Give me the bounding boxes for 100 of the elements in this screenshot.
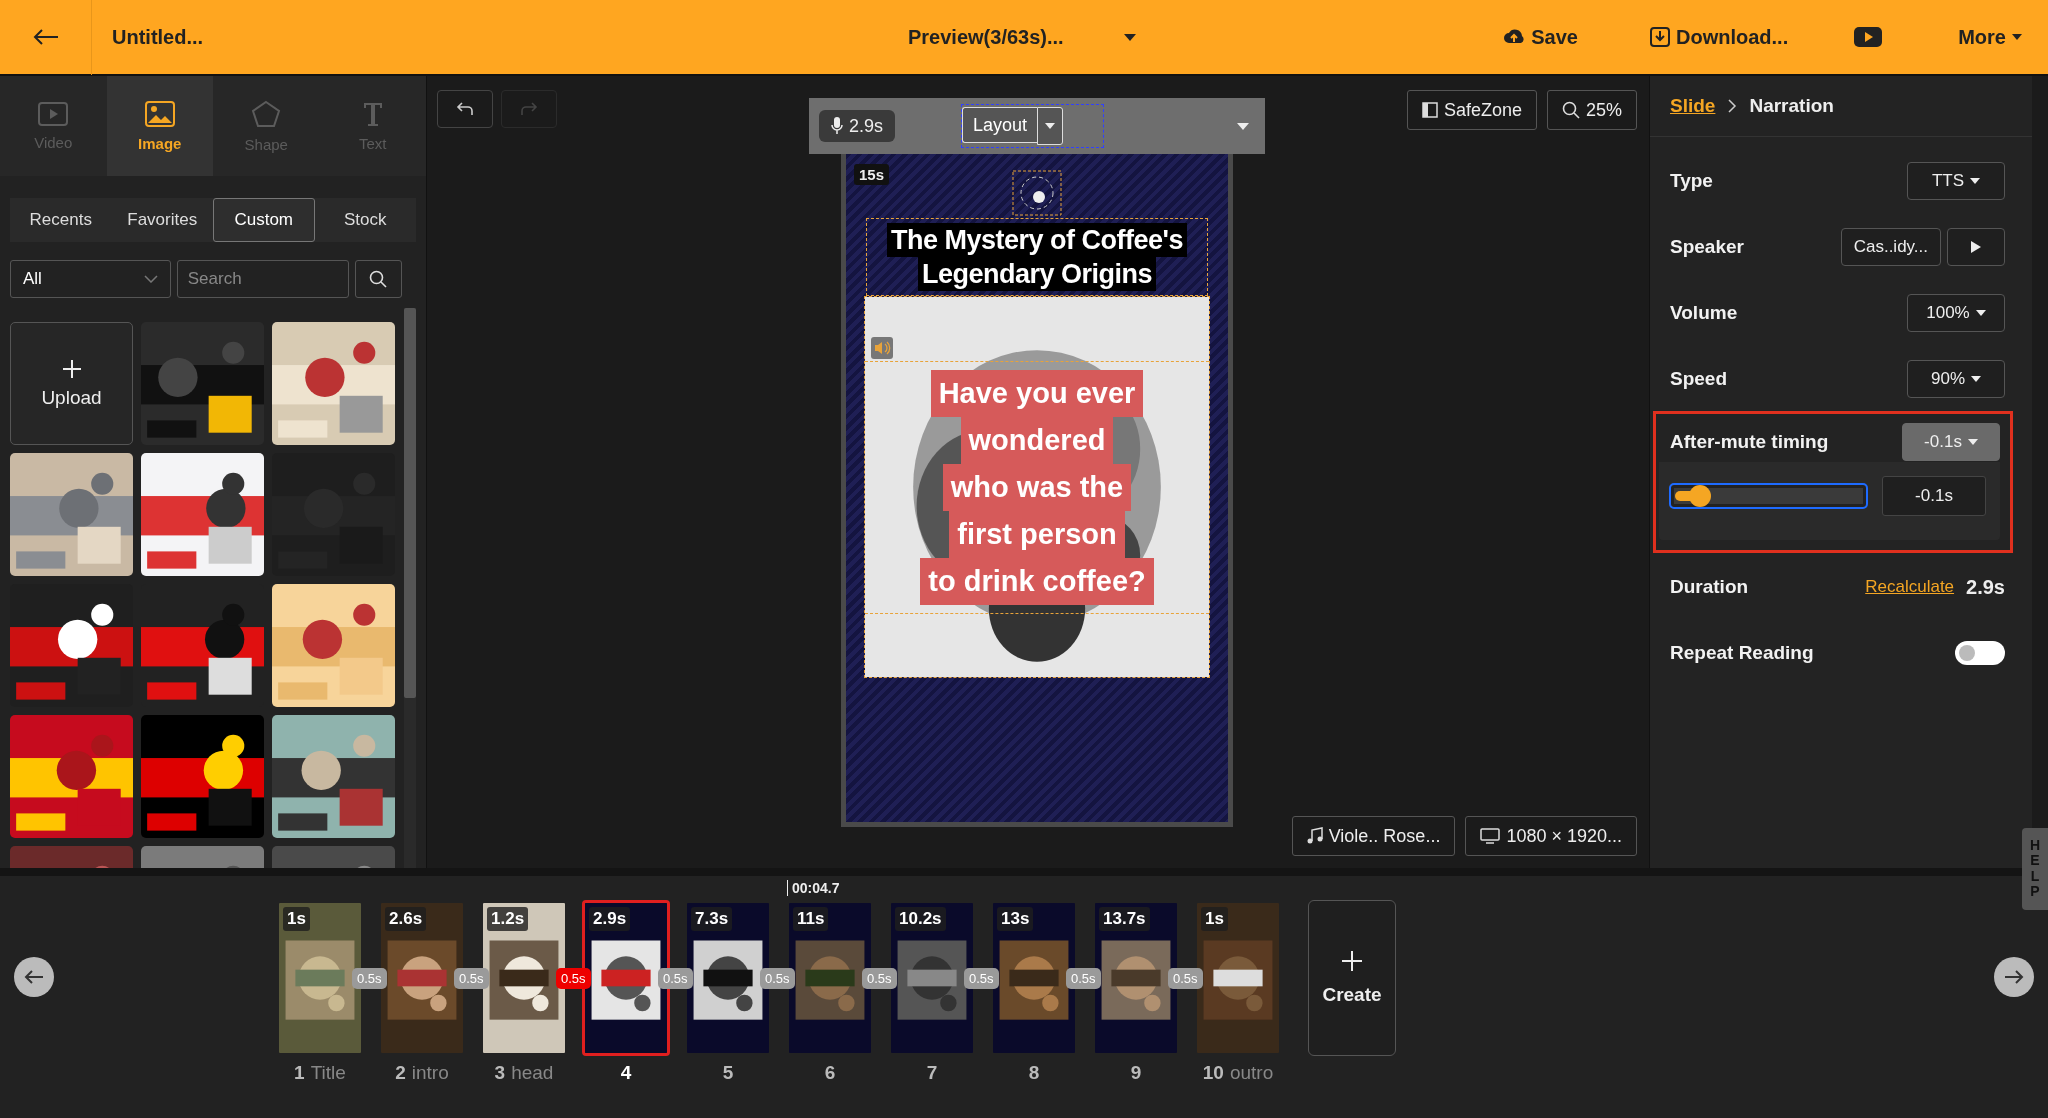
slide-number: 2	[395, 1062, 406, 1084]
slide-name: head	[511, 1062, 554, 1084]
slide-duration: 2.9s	[589, 907, 631, 931]
video-icon	[38, 101, 69, 126]
search-icon	[1561, 101, 1580, 119]
zoom-button[interactable]: 25%	[1546, 90, 1637, 130]
timing-slider[interactable]	[1669, 483, 1868, 509]
setting-dropdown[interactable]: 90%	[1907, 360, 2005, 398]
speaker-dropdown[interactable]: Cas..idy...	[1840, 228, 1941, 266]
category-tab[interactable]: Recents	[10, 198, 112, 242]
setting-label: Type	[1670, 170, 1713, 192]
music-note-icon	[1306, 827, 1323, 845]
slide-duration: 7.3s	[691, 907, 733, 931]
caret-icon	[1970, 178, 1981, 184]
arrow-left-icon	[24, 969, 44, 985]
setting-dropdown[interactable]: 100%	[1907, 294, 2005, 332]
search-button[interactable]	[354, 260, 402, 298]
recalculate-link[interactable]: Recalculate	[1865, 577, 1955, 597]
cloud-upload-icon	[1503, 28, 1526, 46]
setting-label: Duration	[1670, 576, 1749, 598]
chevron-icon	[1727, 98, 1738, 114]
video-play-icon[interactable]	[1854, 27, 1883, 47]
save-button[interactable]: Save	[1497, 24, 1584, 50]
slide-duration: 15s	[854, 164, 890, 185]
chevron-down-icon	[143, 275, 158, 283]
safezone-icon	[1421, 102, 1438, 118]
create-button[interactable]: Create	[1308, 900, 1396, 1056]
slider-thumb[interactable]	[1688, 485, 1711, 507]
slide-number: 1	[294, 1062, 305, 1084]
slide-duration: 11s	[793, 907, 829, 931]
safezone-button[interactable]: SafeZone	[1406, 90, 1537, 130]
slide-duration: 1s	[1201, 907, 1228, 931]
slide-number: 3	[494, 1062, 506, 1084]
search-field[interactable]: Search	[176, 260, 349, 298]
narration-chip[interactable]: 2.9s	[819, 110, 896, 142]
scroll-right-button[interactable]	[1994, 957, 2034, 997]
setting-label: Volume	[1670, 302, 1738, 324]
layout-dropdown[interactable]	[1037, 107, 1064, 145]
slide-number: 9	[1130, 1062, 1142, 1084]
slide-duration: 13.7s	[1099, 907, 1150, 931]
slide-duration: 1s	[283, 907, 310, 931]
slide-title: The Mystery of Coffee's	[887, 223, 1187, 257]
upload-button[interactable]: Upload	[10, 322, 133, 445]
undo-button[interactable]	[437, 90, 493, 128]
transition-badge[interactable]: 0.5s	[556, 968, 591, 989]
download-button[interactable]: Download...	[1644, 24, 1795, 50]
back-arrow-icon	[32, 28, 59, 46]
category-tab[interactable]: Stock	[314, 198, 416, 242]
text-icon	[361, 100, 384, 127]
slide-number: 10	[1202, 1062, 1224, 1084]
scrollbar-thumb[interactable]	[404, 308, 416, 698]
category-tab[interactable]: Favorites	[111, 198, 213, 242]
microphone-icon	[831, 117, 843, 135]
slide-number: 5	[722, 1062, 734, 1084]
caret-icon	[1975, 310, 1986, 316]
slide-duration: 2.6s	[385, 907, 427, 931]
slide-duration: 13s	[997, 907, 1034, 931]
setting-label: Speaker	[1670, 236, 1744, 258]
category-tab[interactable]: Custom	[213, 198, 315, 242]
undo-icon	[456, 101, 474, 117]
timing-dropdown[interactable]: -0.1s	[1902, 423, 2000, 461]
preview-dropdown[interactable]: Preview(3/63s)...	[902, 24, 1142, 50]
image-icon	[144, 100, 175, 127]
search-icon	[369, 270, 388, 288]
setting-dropdown[interactable]: TTS	[1907, 162, 2005, 200]
more-menu[interactable]: More	[1952, 24, 2028, 50]
setting-label: Speed	[1670, 368, 1728, 390]
music-button[interactable]: Viole.. Rose...	[1291, 816, 1456, 856]
resolution-button[interactable]: 1080 × 1920...	[1465, 816, 1637, 856]
breadcrumb-current: Narration	[1749, 95, 1834, 117]
scroll-left-button[interactable]	[14, 957, 54, 997]
caret-icon	[1967, 439, 1978, 445]
caret-icon	[2012, 34, 2022, 40]
play-button[interactable]	[1947, 228, 2005, 266]
timing-input[interactable]: -0.1s	[1882, 476, 1986, 516]
slide-number: 7	[926, 1062, 938, 1084]
slide-name: outro	[1229, 1062, 1274, 1084]
duration-value: 2.9s	[1966, 575, 2005, 599]
slide-duration: 1.2s	[487, 907, 529, 931]
slide-number: 8	[1028, 1062, 1040, 1084]
speaker-icon	[871, 337, 893, 359]
caret-icon[interactable]	[1237, 122, 1249, 130]
redo-icon	[520, 101, 538, 117]
filter-dropdown[interactable]: All	[10, 260, 171, 298]
slide-number: 4	[620, 1062, 632, 1084]
panel-tab[interactable]: Image	[106, 76, 213, 176]
caret-icon	[1123, 33, 1136, 41]
monitor-icon	[1480, 828, 1501, 844]
setting-label: Repeat Reading	[1670, 642, 1814, 664]
toggle-switch[interactable]	[1955, 641, 2005, 665]
layout-button[interactable]: Layout	[962, 107, 1038, 143]
project-title[interactable]: Untitled...	[112, 25, 902, 49]
setting-label: After-mute timing	[1670, 431, 1829, 453]
plus-icon	[61, 358, 82, 379]
pentagon-icon	[251, 99, 282, 128]
caret-icon	[1971, 376, 1981, 382]
play-icon	[1971, 241, 1981, 253]
breadcrumb-link[interactable]: Slide	[1670, 95, 1716, 117]
slide-duration: 10.2s	[895, 907, 946, 931]
plus-icon	[1341, 950, 1363, 972]
